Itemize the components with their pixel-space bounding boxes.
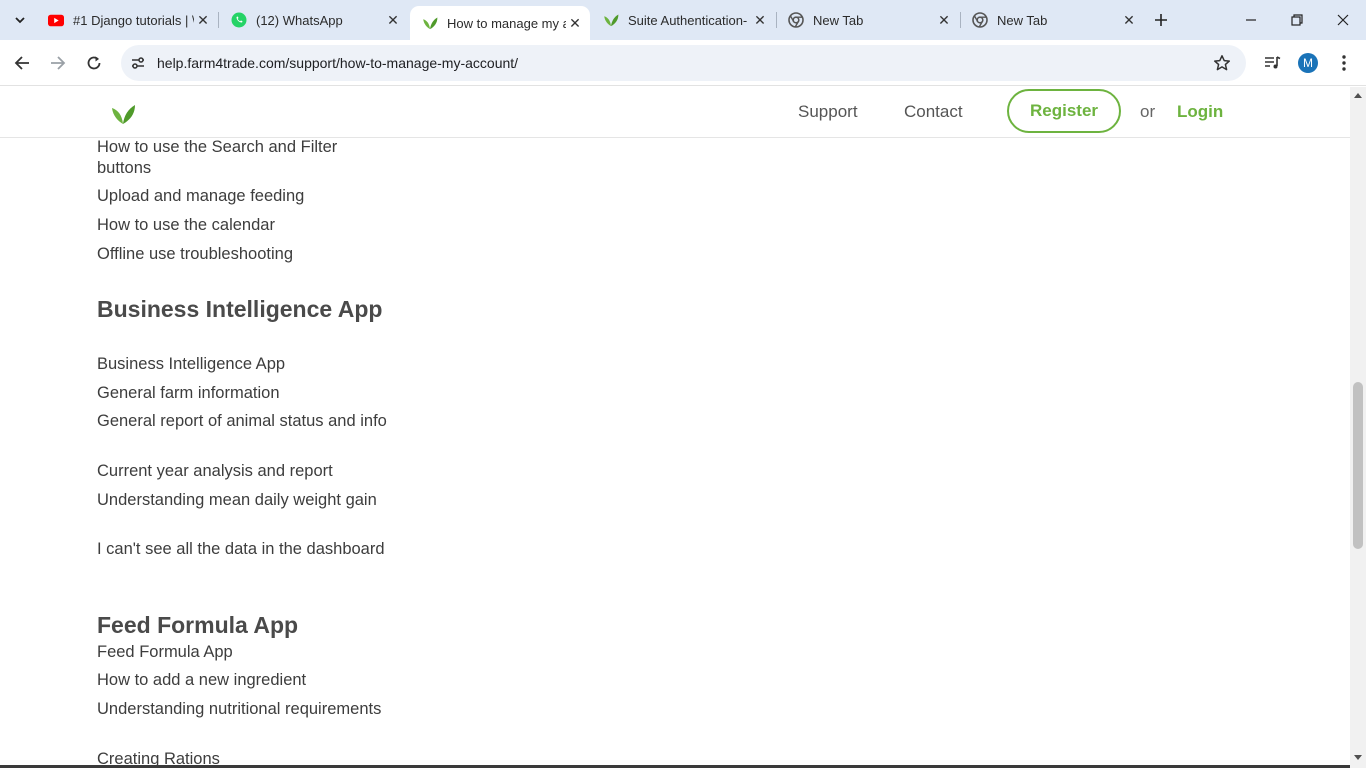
close-icon	[1337, 14, 1349, 26]
reload-button[interactable]	[80, 49, 108, 77]
tab-title: How to manage my a	[447, 15, 566, 31]
page-viewport: Support Contact Register or Login How to…	[0, 87, 1350, 768]
scrollbar-thumb[interactable]	[1353, 382, 1363, 549]
chrome-icon	[972, 12, 988, 28]
restore-icon	[1291, 14, 1303, 26]
close-icon[interactable]: ✕	[935, 11, 953, 29]
article-link[interactable]: How to use the Search and Filter buttons	[97, 137, 393, 179]
section-title-feed-formula: Feed Formula App	[97, 612, 299, 638]
back-button[interactable]	[8, 49, 36, 77]
minimize-button[interactable]	[1228, 0, 1274, 40]
chrome-icon	[788, 12, 804, 28]
farm4trade-leaf-icon	[603, 12, 619, 28]
tab-django-tutorials[interactable]: #1 Django tutorials | \ ✕	[36, 0, 218, 40]
article-link[interactable]: Offline use troubleshooting	[97, 244, 393, 265]
farm4trade-leaf-icon	[422, 15, 438, 31]
section-title-business-intelligence: Business Intelligence App	[97, 296, 383, 322]
page-scrollbar[interactable]	[1350, 87, 1366, 768]
article-link[interactable]: Understanding mean daily weight gain	[97, 490, 393, 511]
nav-support-link[interactable]: Support	[798, 102, 858, 122]
arrow-left-icon	[14, 56, 29, 70]
arrow-right-icon	[51, 56, 66, 70]
close-icon[interactable]: ✕	[566, 14, 584, 32]
minimize-icon	[1246, 19, 1256, 21]
article-link[interactable]: Current year analysis and report	[97, 461, 393, 482]
tab-title: New Tab	[813, 12, 864, 28]
close-icon[interactable]: ✕	[194, 11, 212, 29]
close-icon[interactable]: ✕	[1120, 11, 1138, 29]
site-info-icon[interactable]	[129, 54, 147, 72]
tab-suite-authentication[interactable]: Suite Authentication- ✕	[591, 0, 775, 40]
tab-how-to-manage-account[interactable]: How to manage my a ✕	[410, 6, 590, 40]
profile-avatar[interactable]: M	[1298, 53, 1318, 73]
tab-whatsapp[interactable]: (12) WhatsApp ✕	[219, 0, 408, 40]
tab-strip: #1 Django tutorials | \ ✕ (12) WhatsApp …	[0, 0, 1366, 40]
url-text[interactable]: help.farm4trade.com/support/how-to-manag…	[157, 55, 518, 71]
close-icon[interactable]: ✕	[751, 11, 769, 29]
article-link[interactable]: Understanding nutritional requirements	[97, 699, 393, 720]
tab-title: Suite Authentication-	[628, 12, 748, 28]
new-tab-button[interactable]	[1150, 9, 1172, 31]
whatsapp-icon	[231, 12, 247, 28]
login-link[interactable]: Login	[1177, 102, 1223, 122]
reload-icon	[87, 56, 101, 70]
or-text: or	[1140, 102, 1156, 121]
farm4trade-logo-icon[interactable]	[110, 103, 136, 125]
site-header: Support Contact Register or Login	[0, 87, 1350, 138]
article-link[interactable]: Business Intelligence App	[97, 354, 393, 375]
address-bar[interactable]: help.farm4trade.com/support/how-to-manag…	[121, 45, 1246, 81]
tab-search-button[interactable]	[7, 8, 33, 32]
forward-button[interactable]	[44, 49, 72, 77]
article-link[interactable]: General report of animal status and info	[97, 411, 393, 432]
article-link[interactable]: Upload and manage feeding	[97, 186, 393, 207]
tab-new-tab[interactable]: New Tab ✕	[776, 0, 959, 40]
close-window-button[interactable]	[1320, 0, 1366, 40]
plus-icon	[1155, 14, 1167, 26]
media-controls-icon[interactable]	[1261, 52, 1283, 74]
article-link[interactable]: I can't see all the data in the dashboar…	[97, 539, 393, 560]
browser-toolbar: help.farm4trade.com/support/how-to-manag…	[0, 40, 1366, 86]
tab-title: #1 Django tutorials | \	[73, 12, 194, 28]
bookmark-star-icon[interactable]	[1212, 53, 1232, 73]
close-icon[interactable]: ✕	[384, 11, 402, 29]
article-link[interactable]: How to use the calendar	[97, 215, 393, 236]
more-menu-icon[interactable]	[1333, 52, 1355, 74]
tab-title: New Tab	[997, 12, 1048, 28]
scroll-up-arrow-icon[interactable]	[1350, 87, 1366, 103]
article-link[interactable]: Feed Formula App	[97, 642, 393, 663]
article-link[interactable]: General farm information	[97, 383, 393, 404]
restore-button[interactable]	[1274, 0, 1320, 40]
register-button[interactable]: Register	[1007, 89, 1121, 133]
tab-new-tab[interactable]: New Tab ✕	[960, 0, 1144, 40]
scroll-down-arrow-icon[interactable]	[1350, 750, 1366, 766]
tab-title: (12) WhatsApp	[256, 12, 343, 28]
youtube-icon	[48, 12, 64, 28]
chevron-down-icon	[15, 17, 25, 24]
nav-contact-link[interactable]: Contact	[904, 102, 963, 122]
article-link[interactable]: How to add a new ingredient	[97, 670, 393, 691]
